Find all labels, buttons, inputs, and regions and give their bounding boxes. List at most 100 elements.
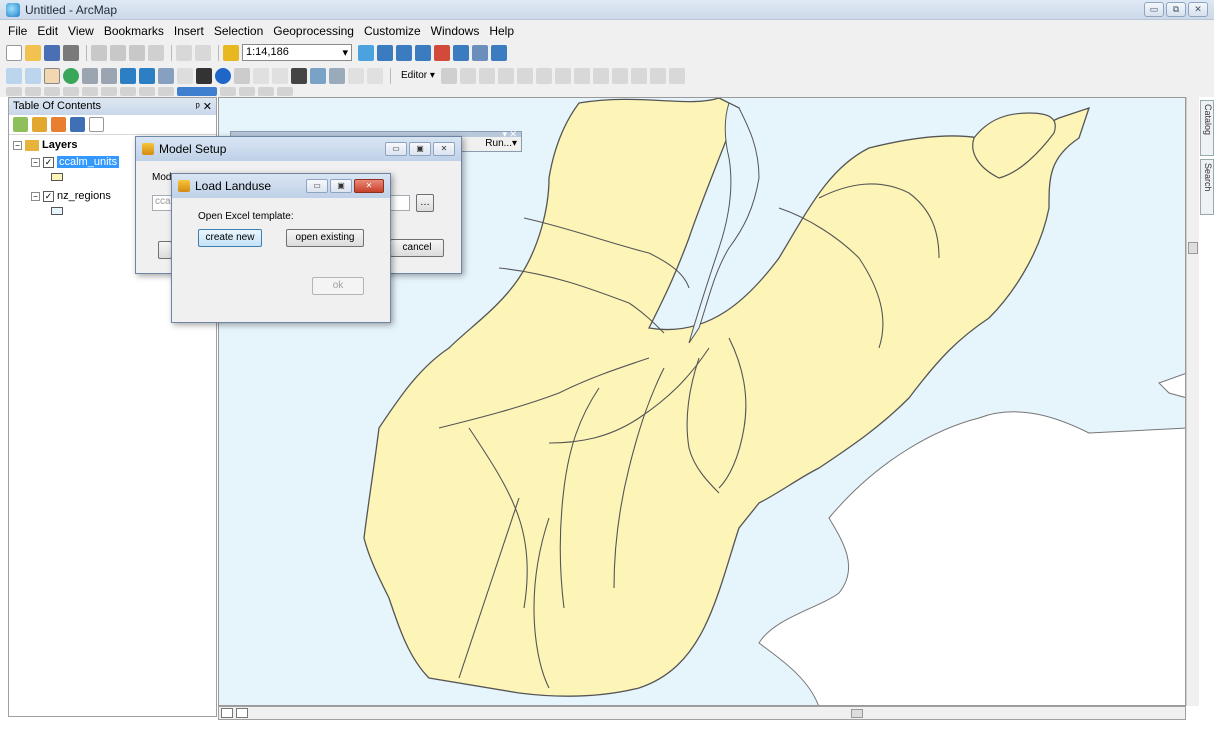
list-by-source-icon[interactable] xyxy=(32,117,47,132)
layer-name-nz-regions[interactable]: nz_regions xyxy=(57,190,111,202)
model-setup-close-button[interactable]: ✕ xyxy=(433,142,455,156)
data-view-button[interactable] xyxy=(221,708,233,718)
redo-icon[interactable] xyxy=(195,44,211,61)
collapse-icon[interactable]: − xyxy=(31,157,40,167)
go-to-xy-icon[interactable] xyxy=(329,67,345,84)
list-by-visibility-icon[interactable] xyxy=(51,117,66,132)
editor-menu-button[interactable]: Editor ▾ xyxy=(401,70,435,81)
identify-icon[interactable] xyxy=(215,67,231,84)
load-landuse-minimize-button[interactable]: ▭ xyxy=(306,179,328,193)
toc-pin-close[interactable]: ᵖ ✕ xyxy=(196,100,212,113)
collapse-icon[interactable]: − xyxy=(31,191,40,201)
menu-geoprocessing[interactable]: Geoprocessing xyxy=(273,24,354,38)
search-tab[interactable]: Search xyxy=(1200,159,1214,215)
load-landuse-close-button[interactable]: ✕ xyxy=(354,179,384,193)
time-slider-icon[interactable] xyxy=(348,67,364,84)
side-tabs: Catalog Search xyxy=(1200,100,1214,218)
model-setup-minimize-button[interactable]: ▭ xyxy=(385,142,407,156)
help-icon[interactable] xyxy=(491,44,507,61)
layer-item-nz-regions[interactable]: − ✓ nz_regions xyxy=(31,190,111,202)
chevron-down-icon[interactable]: ▾ xyxy=(342,46,348,59)
full-extent-icon[interactable] xyxy=(63,67,79,84)
create-viewer-window-icon[interactable] xyxy=(367,67,383,84)
pan-icon[interactable] xyxy=(44,67,60,84)
open-folder-icon[interactable] xyxy=(25,44,41,61)
copy-icon[interactable] xyxy=(110,44,126,61)
close-button[interactable]: ✕ xyxy=(1188,2,1208,17)
model-setup-cancel-button[interactable]: cancel xyxy=(390,239,444,257)
zoom-in-icon[interactable] xyxy=(6,67,22,84)
new-document-icon[interactable] xyxy=(6,44,22,61)
collapse-icon[interactable]: − xyxy=(13,140,22,150)
menu-selection[interactable]: Selection xyxy=(214,24,263,38)
open-existing-button[interactable]: open existing xyxy=(286,229,364,247)
find-icon[interactable] xyxy=(291,67,307,84)
georef-icon xyxy=(63,87,79,96)
layers-root[interactable]: − Layers xyxy=(13,139,77,151)
fixed-zoom-out-icon[interactable] xyxy=(101,67,117,84)
list-by-selection-icon[interactable] xyxy=(70,117,85,132)
delete-icon[interactable] xyxy=(148,44,164,61)
nz-regions-symbol[interactable] xyxy=(51,207,63,215)
model-setup-maximize-button[interactable]: ▣ xyxy=(409,142,431,156)
add-data-icon[interactable] xyxy=(223,44,239,61)
paste-icon[interactable] xyxy=(129,44,145,61)
menu-windows[interactable]: Windows xyxy=(431,24,480,38)
run-menu-button[interactable]: Run...▾ xyxy=(485,138,517,149)
refresh-icon[interactable] xyxy=(251,708,263,718)
save-icon[interactable] xyxy=(44,44,60,61)
catalog-window-icon[interactable] xyxy=(396,44,412,61)
horizontal-scrollbar-thumb[interactable] xyxy=(851,709,863,718)
catalog-tab[interactable]: Catalog xyxy=(1200,100,1214,156)
menu-file[interactable]: File xyxy=(8,24,27,38)
menu-insert[interactable]: Insert xyxy=(174,24,204,38)
fixed-zoom-in-icon[interactable] xyxy=(82,67,98,84)
pause-drawing-icon[interactable] xyxy=(266,708,278,718)
options-icon[interactable] xyxy=(89,117,104,132)
python-window-icon[interactable] xyxy=(453,44,469,61)
cut-icon[interactable] xyxy=(91,44,107,61)
hyperlink-icon[interactable] xyxy=(234,67,250,84)
layout-view-button[interactable] xyxy=(236,708,248,718)
html-popup-icon[interactable] xyxy=(253,67,269,84)
vertical-scrollbar[interactable] xyxy=(1186,97,1199,706)
maximize-button[interactable]: ⧉ xyxy=(1166,2,1186,17)
load-landuse-maximize-button[interactable]: ▣ xyxy=(330,179,352,193)
editor-toolbar-icon[interactable] xyxy=(358,44,374,61)
menu-view[interactable]: View xyxy=(68,24,94,38)
cut-polygons-icon xyxy=(573,67,590,84)
menu-customize[interactable]: Customize xyxy=(364,24,421,38)
browse-button[interactable]: … xyxy=(416,194,434,212)
measure-icon[interactable] xyxy=(272,67,288,84)
model-setup-ok-button[interactable] xyxy=(158,241,172,259)
find-route-icon[interactable] xyxy=(310,67,326,84)
forward-extent-icon[interactable] xyxy=(139,67,155,84)
arctoolbox-icon[interactable] xyxy=(434,44,450,61)
minimize-button[interactable]: ▭ xyxy=(1144,2,1164,17)
layer-visibility-checkbox[interactable]: ✓ xyxy=(43,156,54,168)
search-window-icon[interactable] xyxy=(415,44,431,61)
layer-name-ccalm-units[interactable]: ccalm_units xyxy=(57,156,120,168)
layer-visibility-checkbox[interactable]: ✓ xyxy=(43,190,54,202)
undo-icon[interactable] xyxy=(176,44,192,61)
toc-window-icon[interactable] xyxy=(377,44,393,61)
clear-selection-icon[interactable] xyxy=(177,67,193,84)
menu-bookmarks[interactable]: Bookmarks xyxy=(104,24,164,38)
select-elements-icon[interactable] xyxy=(196,67,212,84)
layer-item-ccalm-units[interactable]: − ✓ ccalm_units xyxy=(31,156,120,168)
menu-help[interactable]: Help xyxy=(489,24,514,38)
create-new-button[interactable]: create new xyxy=(198,229,262,247)
select-features-icon[interactable] xyxy=(158,67,174,84)
list-by-drawing-order-icon[interactable] xyxy=(13,117,28,132)
ccalm-units-symbol[interactable] xyxy=(51,173,63,181)
modelbuilder-icon[interactable] xyxy=(472,44,488,61)
toolbar-separator xyxy=(86,44,87,61)
load-landuse-ok-button[interactable]: ok xyxy=(312,277,364,295)
map-scale-combobox[interactable]: 1:14,186 ▾ xyxy=(242,44,352,61)
print-icon[interactable] xyxy=(63,44,79,61)
edit-tool-icon xyxy=(440,67,457,84)
back-extent-icon[interactable] xyxy=(120,67,136,84)
menu-edit[interactable]: Edit xyxy=(37,24,58,38)
vertical-scrollbar-thumb[interactable] xyxy=(1188,242,1198,254)
zoom-out-icon[interactable] xyxy=(25,67,41,84)
